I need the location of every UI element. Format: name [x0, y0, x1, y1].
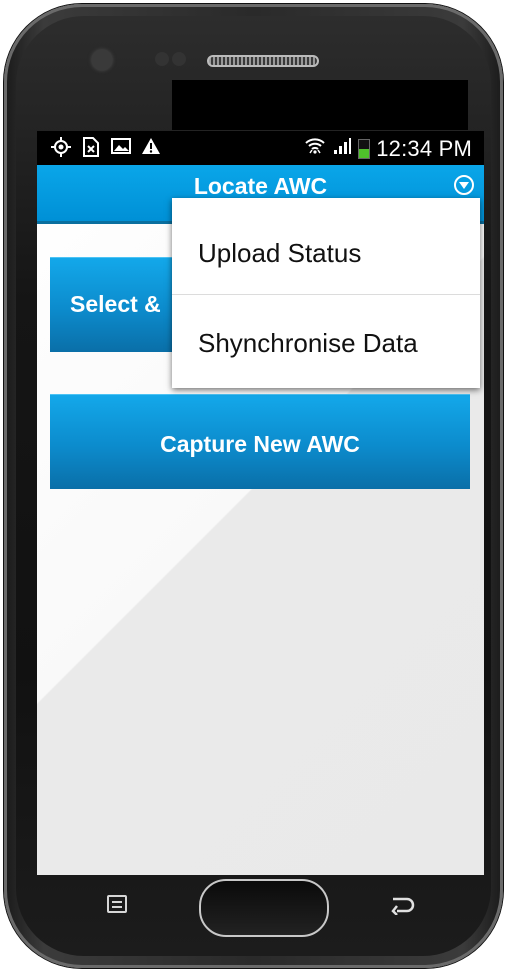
nav-bar	[37, 875, 484, 937]
battery-icon	[358, 138, 371, 159]
sensor-icon	[155, 52, 169, 66]
select-button-label: Select &	[70, 291, 161, 317]
menu-item-label: Upload Status	[198, 238, 362, 268]
image-icon	[111, 137, 131, 157]
signal-icon	[332, 136, 352, 161]
overflow-menu: Upload Status Shynchronise Data	[172, 198, 480, 388]
sensor-icon	[172, 52, 186, 66]
status-bar: 12:34 PM	[37, 131, 484, 165]
wifi-icon	[304, 135, 326, 162]
home-button[interactable]	[199, 879, 329, 937]
capture-button-label: Capture New AWC	[160, 431, 360, 457]
menu-item-label: Shynchronise Data	[198, 328, 418, 358]
menu-item-upload-status[interactable]: Upload Status	[172, 198, 480, 292]
warning-icon	[141, 137, 161, 157]
menu-item-synchronise-data[interactable]: Shynchronise Data	[172, 294, 480, 388]
redacted-area	[172, 80, 468, 130]
capture-new-awc-button[interactable]: Capture New AWC	[50, 394, 470, 489]
screen: 12:34 PM Locate AWC Select & Capture New…	[37, 131, 484, 875]
back-icon[interactable]	[389, 895, 417, 916]
menu-icon[interactable]	[107, 895, 127, 913]
gps-icon	[51, 137, 71, 157]
no-sim-icon	[81, 137, 101, 157]
camera-icon	[92, 50, 112, 70]
chevron-down-circle-icon[interactable]	[454, 175, 474, 195]
speaker-grille	[207, 55, 319, 67]
clock: 12:34 PM	[376, 135, 472, 161]
page-title: Locate AWC	[193, 173, 328, 199]
